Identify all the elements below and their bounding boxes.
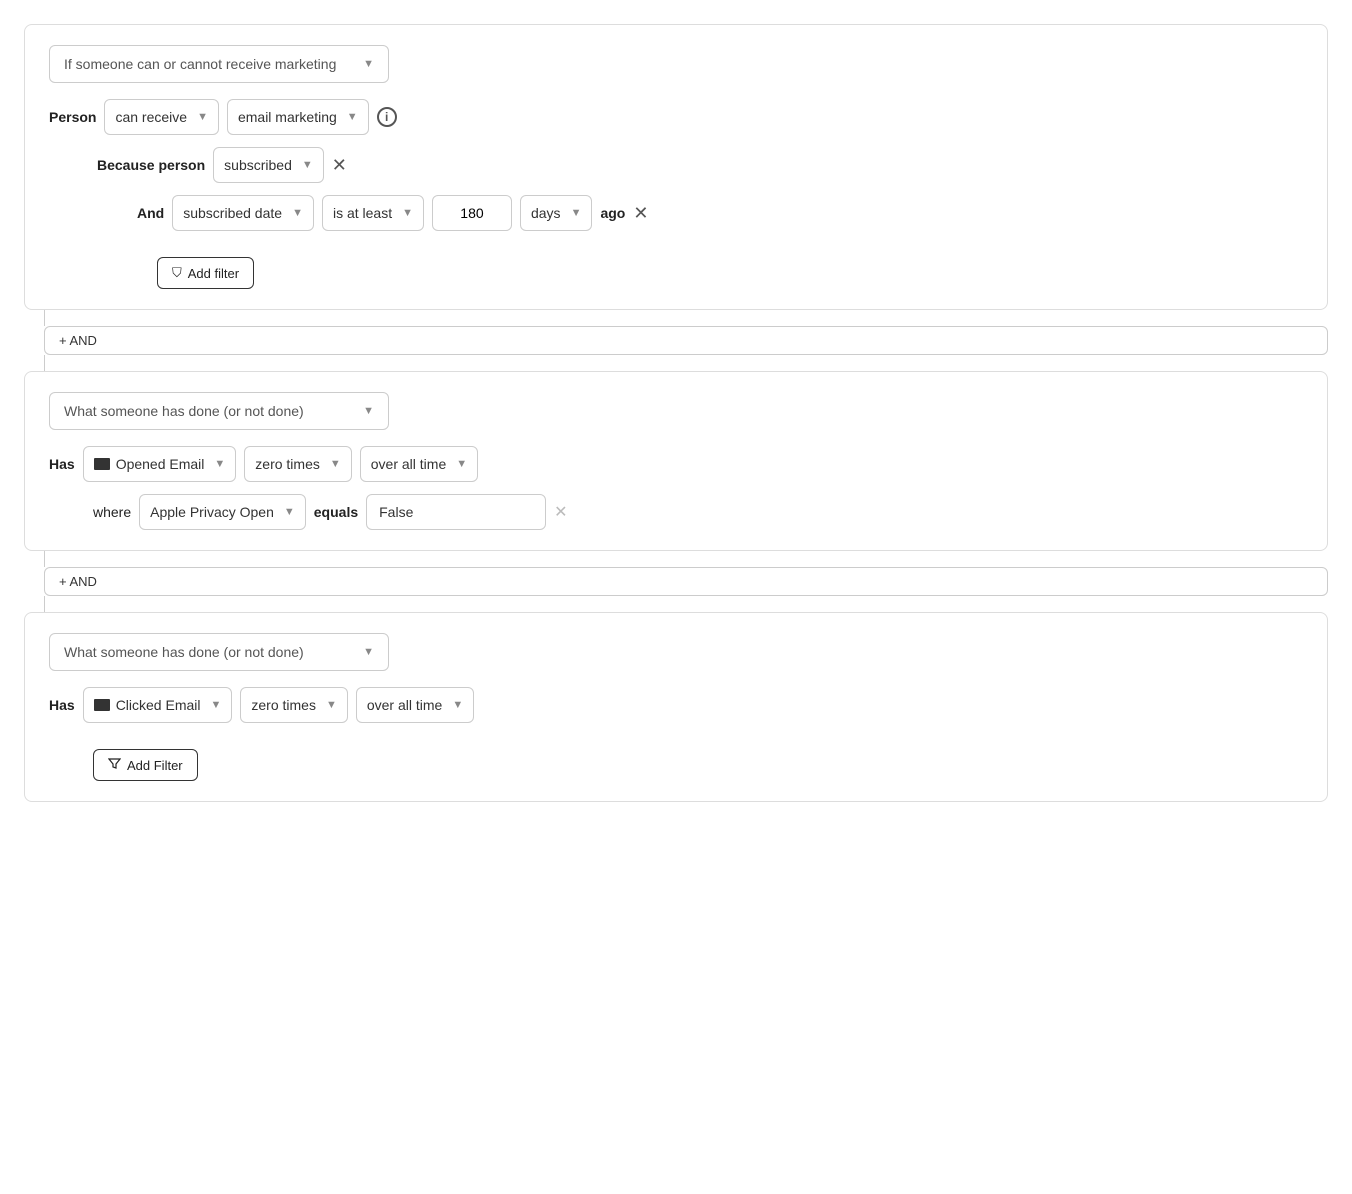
chevron-down-icon-time-3: ▼ bbox=[452, 699, 463, 711]
close-where-button-2[interactable]: ✕ bbox=[554, 502, 567, 522]
is-at-least-dropdown[interactable]: is at least ▼ bbox=[322, 195, 424, 231]
chevron-down-icon-time-2: ▼ bbox=[456, 458, 467, 470]
block3-rows: Has Clicked Email ▼ zero times ▼ over al… bbox=[49, 687, 1303, 781]
property-dropdown-2[interactable]: Apple Privacy Open ▼ bbox=[139, 494, 306, 530]
close-and-filter-button[interactable]: ✕ bbox=[633, 204, 648, 222]
and-connector-1: + AND bbox=[24, 310, 1328, 371]
ago-label: ago bbox=[600, 205, 625, 221]
connector-line-top-1 bbox=[44, 310, 45, 326]
opened-email-dropdown[interactable]: Opened Email ▼ bbox=[83, 446, 237, 482]
info-icon[interactable]: i bbox=[377, 107, 397, 127]
where-row-2: where Apple Privacy Open ▼ equals False … bbox=[49, 494, 1303, 530]
and-button-1[interactable]: + AND bbox=[44, 326, 1328, 355]
subscribed-date-dropdown[interactable]: subscribed date ▼ bbox=[172, 195, 314, 231]
time-range-dropdown-3[interactable]: over all time ▼ bbox=[356, 687, 474, 723]
email-marketing-dropdown[interactable]: email marketing ▼ bbox=[227, 99, 369, 135]
block2-rows: Has Opened Email ▼ zero times ▼ over all… bbox=[49, 446, 1303, 530]
person-row: Person can receive ▼ email marketing ▼ i bbox=[49, 99, 1303, 135]
connector-line-bottom-2 bbox=[44, 596, 45, 612]
and-label: And bbox=[137, 205, 164, 221]
clicked-email-value: Clicked Email bbox=[116, 697, 201, 713]
email-icon-2 bbox=[94, 458, 110, 470]
add-filter-button-3[interactable]: Add Filter bbox=[93, 749, 198, 781]
chevron-down-icon-subscribed: ▼ bbox=[302, 159, 313, 171]
add-filter-label-3: Add Filter bbox=[127, 758, 183, 773]
clicked-email-dropdown[interactable]: Clicked Email ▼ bbox=[83, 687, 233, 723]
filter-icon-1: ⛉ bbox=[172, 265, 182, 281]
chevron-down-icon-can-receive: ▼ bbox=[197, 111, 208, 123]
main-condition-dropdown-2[interactable]: What someone has done (or not done) ▼ bbox=[49, 392, 389, 430]
has-row-3: Has Clicked Email ▼ zero times ▼ over al… bbox=[49, 687, 1303, 723]
days-unit-value: days bbox=[531, 205, 561, 221]
connector-line-top-2 bbox=[44, 551, 45, 567]
main-condition-label-3: What someone has done (or not done) bbox=[64, 644, 304, 660]
subscribed-value: subscribed bbox=[224, 157, 292, 173]
chevron-down-icon-freq-2: ▼ bbox=[330, 458, 341, 470]
chevron-down-icon-sub-date: ▼ bbox=[292, 207, 303, 219]
and-button-label-2: + AND bbox=[59, 574, 97, 589]
close-because-button[interactable]: ✕ bbox=[332, 156, 347, 174]
is-at-least-value: is at least bbox=[333, 205, 392, 221]
can-receive-dropdown[interactable]: can receive ▼ bbox=[104, 99, 218, 135]
condition-block-3: What someone has done (or not done) ▼ Ha… bbox=[24, 612, 1328, 802]
has-row-2: Has Opened Email ▼ zero times ▼ over all… bbox=[49, 446, 1303, 482]
person-label: Person bbox=[49, 109, 96, 125]
equals-label-2: equals bbox=[314, 504, 358, 520]
can-receive-value: can receive bbox=[115, 109, 187, 125]
chevron-down-icon-opened: ▼ bbox=[214, 458, 225, 470]
equals-value-2: False bbox=[366, 494, 546, 530]
main-condition-dropdown-3[interactable]: What someone has done (or not done) ▼ bbox=[49, 633, 389, 671]
days-value-input[interactable] bbox=[432, 195, 512, 231]
chevron-down-icon-days: ▼ bbox=[571, 207, 582, 219]
chevron-down-icon-1: ▼ bbox=[363, 58, 374, 70]
and-connector-2: + AND bbox=[24, 551, 1328, 612]
chevron-down-icon-freq-3: ▼ bbox=[326, 699, 337, 711]
property-value-2: Apple Privacy Open bbox=[150, 504, 274, 520]
because-person-row: Because person subscribed ▼ ✕ bbox=[49, 147, 1303, 183]
chevron-down-icon-email-marketing: ▼ bbox=[347, 111, 358, 123]
main-condition-label-1: If someone can or cannot receive marketi… bbox=[64, 56, 336, 72]
add-filter-button-1[interactable]: ⛉ Add filter bbox=[157, 257, 254, 289]
block1-rows: Person can receive ▼ email marketing ▼ i… bbox=[49, 99, 1303, 289]
time-range-dropdown-2[interactable]: over all time ▼ bbox=[360, 446, 478, 482]
chevron-down-icon-clicked: ▼ bbox=[211, 699, 222, 711]
frequency-value-3: zero times bbox=[251, 697, 316, 713]
has-label-2: Has bbox=[49, 456, 75, 472]
time-range-value-3: over all time bbox=[367, 697, 442, 713]
because-label: Because person bbox=[97, 157, 205, 173]
has-label-3: Has bbox=[49, 697, 75, 713]
chevron-down-icon-is-at-least: ▼ bbox=[402, 207, 413, 219]
connector-line-bottom-1 bbox=[44, 355, 45, 371]
condition-block-1: If someone can or cannot receive marketi… bbox=[24, 24, 1328, 310]
email-marketing-value: email marketing bbox=[238, 109, 337, 125]
where-label-2: where bbox=[93, 504, 131, 520]
and-button-label-1: + AND bbox=[59, 333, 97, 348]
frequency-dropdown-2[interactable]: zero times ▼ bbox=[244, 446, 351, 482]
time-range-value-2: over all time bbox=[371, 456, 446, 472]
and-button-2[interactable]: + AND bbox=[44, 567, 1328, 596]
add-filter-label-1: Add filter bbox=[188, 266, 239, 281]
add-filter-row-3: Add Filter bbox=[49, 735, 1303, 781]
subscribed-dropdown[interactable]: subscribed ▼ bbox=[213, 147, 324, 183]
main-condition-dropdown-1[interactable]: If someone can or cannot receive marketi… bbox=[49, 45, 389, 83]
and-filter-row: And subscribed date ▼ is at least ▼ days… bbox=[49, 195, 1303, 231]
equals-value-text-2: False bbox=[379, 504, 413, 520]
chevron-down-icon-2: ▼ bbox=[363, 405, 374, 417]
email-icon-3 bbox=[94, 699, 110, 711]
opened-email-value: Opened Email bbox=[116, 456, 205, 472]
frequency-dropdown-3[interactable]: zero times ▼ bbox=[240, 687, 347, 723]
subscribed-date-value: subscribed date bbox=[183, 205, 282, 221]
filter-icon-3 bbox=[108, 757, 121, 773]
chevron-down-icon-3: ▼ bbox=[363, 646, 374, 658]
add-filter-row-1: ⛉ Add filter bbox=[49, 243, 1303, 289]
frequency-value-2: zero times bbox=[255, 456, 320, 472]
main-condition-label-2: What someone has done (or not done) bbox=[64, 403, 304, 419]
chevron-down-icon-prop-2: ▼ bbox=[284, 506, 295, 518]
condition-block-2: What someone has done (or not done) ▼ Ha… bbox=[24, 371, 1328, 551]
days-unit-dropdown[interactable]: days ▼ bbox=[520, 195, 592, 231]
